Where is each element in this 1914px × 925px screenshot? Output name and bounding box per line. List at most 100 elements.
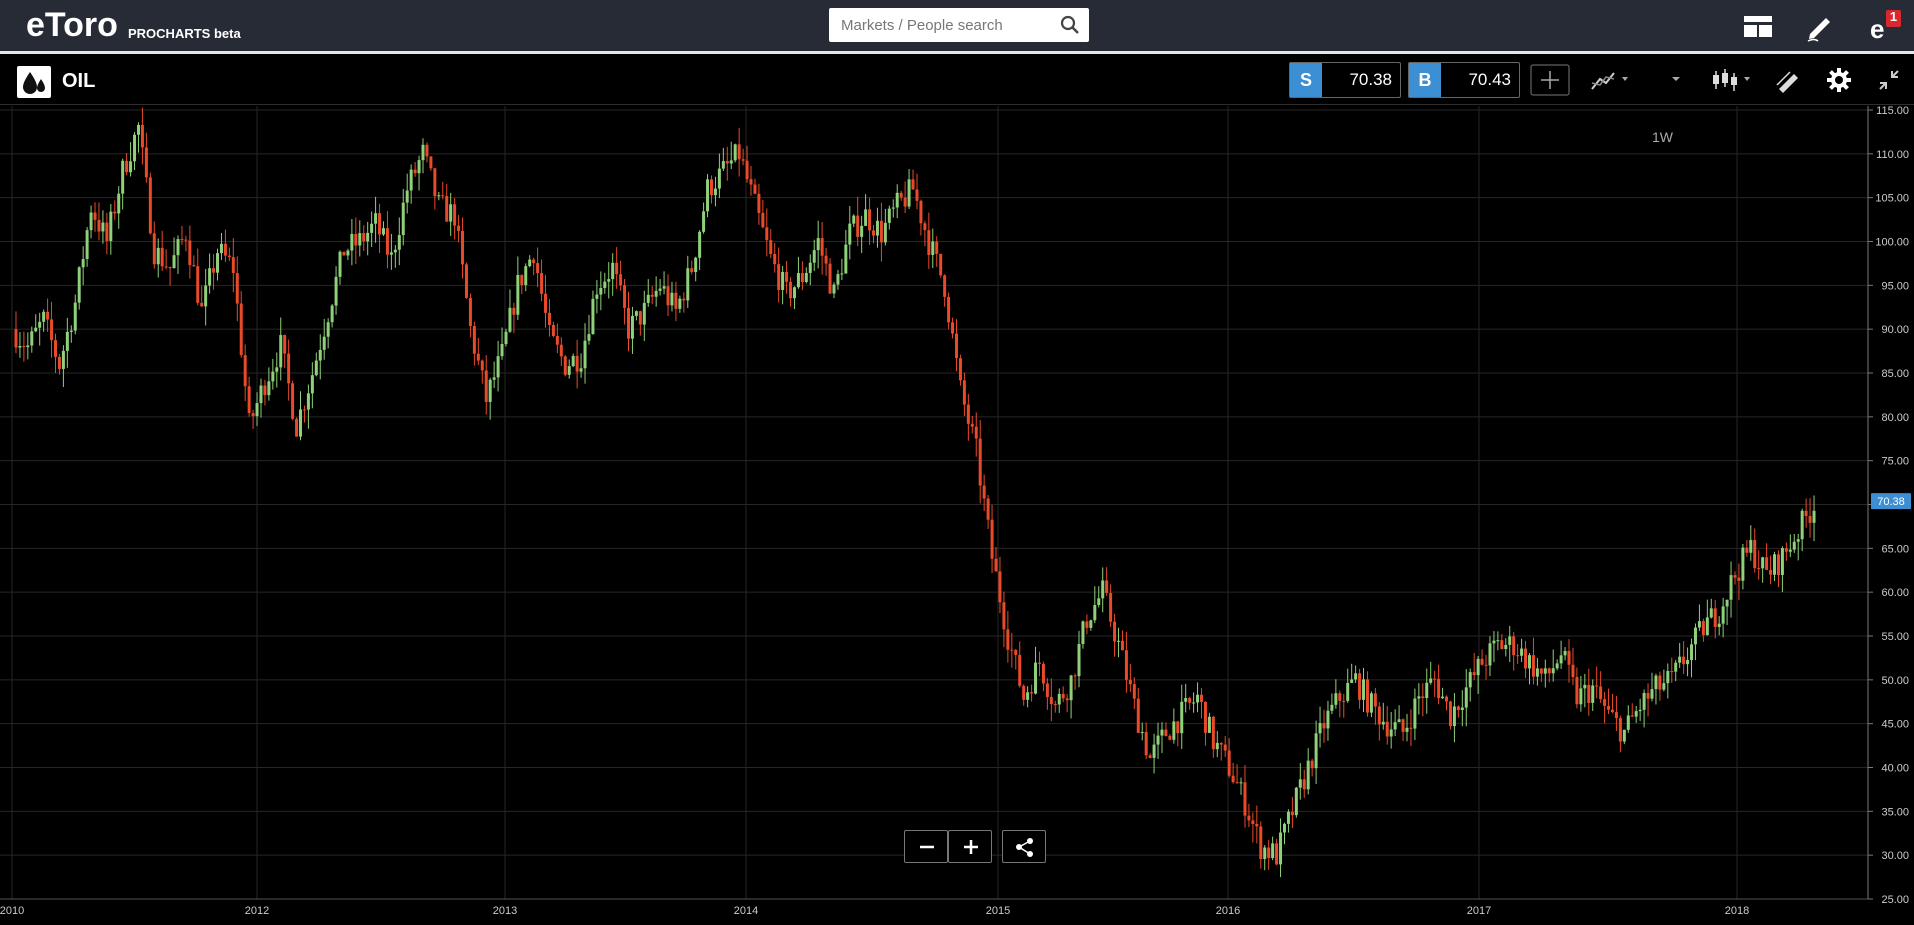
candle-body bbox=[935, 241, 939, 254]
crosshair-button[interactable] bbox=[1530, 63, 1570, 97]
etoro-logo[interactable]: eToro bbox=[26, 6, 118, 45]
sell-button[interactable]: S 70.38 bbox=[1289, 62, 1401, 98]
chart-grid bbox=[0, 106, 1868, 900]
candle-body bbox=[1693, 627, 1697, 645]
candle-body bbox=[1579, 688, 1583, 705]
search-input[interactable] bbox=[829, 8, 1089, 42]
candle-body bbox=[1326, 710, 1330, 729]
search-icon[interactable] bbox=[1060, 15, 1080, 35]
candle-body bbox=[1614, 712, 1618, 719]
candle-body bbox=[251, 413, 255, 417]
candle-body bbox=[437, 195, 441, 197]
candle-body bbox=[721, 161, 725, 169]
zoom-out-button[interactable] bbox=[904, 830, 948, 863]
candle-body bbox=[603, 281, 607, 288]
candle-body bbox=[69, 330, 73, 332]
candle-body bbox=[1749, 539, 1753, 553]
candle-body bbox=[686, 268, 690, 301]
candle-body bbox=[338, 251, 342, 277]
candle-body bbox=[1717, 623, 1721, 628]
candle-body bbox=[1065, 698, 1069, 701]
candle-body bbox=[239, 303, 243, 356]
candle-body bbox=[61, 350, 65, 369]
candle-body bbox=[1630, 715, 1634, 717]
candle-body bbox=[441, 195, 445, 197]
candle-body bbox=[1338, 693, 1342, 701]
indicators-icon[interactable] bbox=[1588, 63, 1632, 97]
candle-body bbox=[180, 239, 184, 241]
y-tick-label: 30.00 bbox=[1881, 850, 1909, 862]
candle-body bbox=[1077, 644, 1081, 677]
candle-body bbox=[899, 192, 903, 198]
candle-body bbox=[140, 124, 144, 148]
candle-body bbox=[1409, 727, 1413, 729]
candle-body bbox=[615, 262, 619, 275]
share-button[interactable] bbox=[1002, 830, 1046, 863]
candle-body bbox=[1484, 664, 1488, 666]
candle-body bbox=[1298, 779, 1302, 788]
layout-icon[interactable] bbox=[1740, 8, 1776, 44]
instrument-logo bbox=[17, 66, 51, 98]
candle-body bbox=[417, 160, 421, 174]
price-chart[interactable]: 115.00 110.00 105.00 100.00 95.00 90.00 85.00 8… bbox=[0, 106, 1914, 925]
candle-body bbox=[504, 331, 508, 345]
candle-body bbox=[777, 264, 781, 290]
candle-body bbox=[385, 228, 389, 255]
candle-body bbox=[1081, 621, 1085, 645]
candle-body bbox=[864, 209, 868, 226]
candle-body bbox=[1559, 655, 1563, 664]
buy-button[interactable]: B 70.43 bbox=[1408, 62, 1520, 98]
candle-body bbox=[53, 340, 57, 357]
candle-body bbox=[318, 349, 322, 361]
candlestick-type-icon[interactable] bbox=[1708, 63, 1752, 97]
candle-body bbox=[81, 259, 85, 268]
candle-body bbox=[1306, 760, 1310, 790]
candle-body bbox=[1302, 779, 1306, 790]
candle-body bbox=[200, 302, 204, 307]
candle-body bbox=[464, 264, 468, 298]
candle-body bbox=[1223, 744, 1227, 751]
candle-body bbox=[1310, 760, 1314, 769]
x-tick-label: 2017 bbox=[1467, 905, 1491, 917]
collapse-fullscreen-icon[interactable] bbox=[1872, 63, 1906, 97]
candle-body bbox=[1385, 721, 1389, 737]
candle-body bbox=[875, 220, 879, 236]
settings-gear-icon[interactable] bbox=[1822, 63, 1856, 97]
candle-body bbox=[1618, 718, 1622, 742]
candle-body bbox=[279, 335, 283, 368]
candle-body bbox=[1757, 568, 1761, 570]
candle-body bbox=[480, 360, 484, 371]
edit-pencil-icon[interactable] bbox=[1802, 8, 1838, 44]
candle-body bbox=[1373, 693, 1377, 707]
candle-body bbox=[192, 265, 196, 267]
candle-body bbox=[271, 371, 275, 382]
candle-body bbox=[694, 257, 698, 273]
candle-body bbox=[1093, 605, 1097, 621]
candle-body bbox=[389, 252, 393, 255]
candle-body bbox=[291, 383, 295, 419]
drawing-tools-icon[interactable] bbox=[1772, 63, 1806, 97]
candle-body bbox=[1690, 644, 1694, 660]
candle-body bbox=[1733, 575, 1737, 578]
candle-body bbox=[792, 287, 796, 299]
candle-body bbox=[295, 418, 299, 437]
zoom-in-button[interactable] bbox=[948, 830, 992, 863]
y-tick-label: 90.00 bbox=[1881, 324, 1909, 336]
candle-body bbox=[713, 188, 717, 196]
candle-body bbox=[1421, 696, 1425, 698]
candle-body bbox=[1101, 580, 1105, 599]
share-icon bbox=[1016, 838, 1033, 857]
candle-body bbox=[812, 250, 816, 263]
candle-body bbox=[1255, 824, 1259, 827]
candle-body bbox=[472, 325, 476, 354]
candle-body bbox=[374, 213, 378, 224]
candle-body bbox=[1073, 675, 1077, 677]
candle-body bbox=[1468, 672, 1472, 688]
candle-body bbox=[1448, 701, 1452, 727]
candle-body bbox=[1168, 735, 1172, 740]
candle-body bbox=[868, 209, 872, 231]
candle-body bbox=[164, 266, 168, 268]
candle-body bbox=[1792, 541, 1796, 550]
candle-body bbox=[682, 298, 686, 301]
timeframe-chevron-icon[interactable] bbox=[1670, 63, 1684, 97]
